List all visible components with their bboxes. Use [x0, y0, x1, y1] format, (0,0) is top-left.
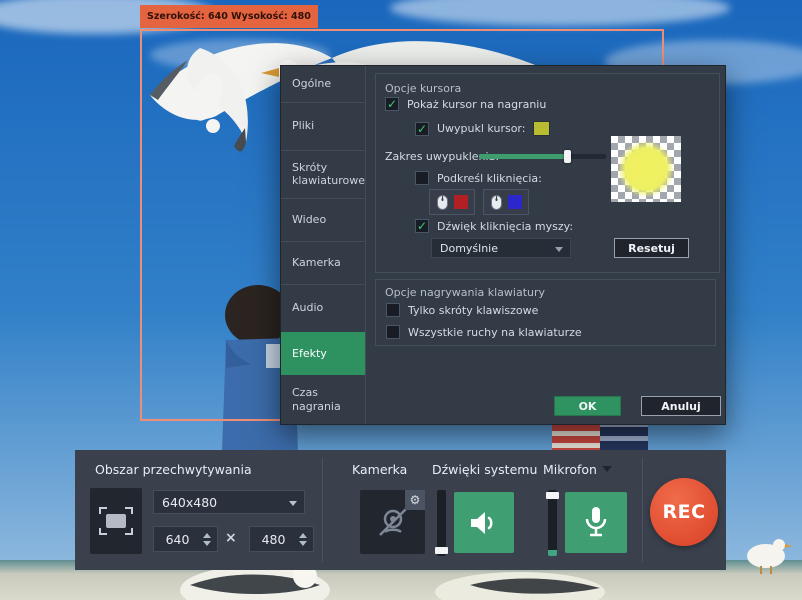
chevron-down-icon [602, 466, 612, 472]
underline-clicks-row: Podkreśl kliknięcia: [415, 171, 542, 185]
toolbar-divider [322, 458, 323, 562]
webcam-toggle-button[interactable]: ⚙ [360, 490, 425, 554]
stepper-arrows[interactable] [297, 533, 313, 546]
rec-button[interactable]: REC [650, 478, 718, 546]
slider-fill [479, 154, 567, 159]
all-keystrokes-row: Wszystkie ruchy na klawiaturze [386, 325, 582, 339]
capture-area-title: Obszar przechwytywania [95, 462, 252, 477]
microphone-label[interactable]: Mikrofon [543, 462, 612, 477]
tab-ogolne[interactable]: Ogólne [281, 66, 365, 102]
speaker-icon [469, 510, 499, 536]
chevron-down-icon [289, 501, 297, 506]
tab-kamerka[interactable]: Kamerka [281, 241, 365, 284]
capture-size-preset-select[interactable]: 640x480 [153, 490, 305, 514]
reset-button[interactable]: Resetuj [614, 238, 689, 258]
tab-efekty[interactable]: Efekty [281, 332, 365, 376]
shortcuts-only-checkbox[interactable] [386, 303, 400, 317]
cursor-options-title: Opcje kursora [385, 82, 461, 95]
system-audio-slider[interactable] [437, 490, 446, 556]
toolbar-divider [642, 458, 643, 562]
tab-audio[interactable]: Audio [281, 284, 365, 332]
height-stepper[interactable]: 480 [249, 526, 314, 552]
stepper-arrows[interactable] [201, 533, 217, 546]
arrow-down-icon[interactable] [203, 541, 211, 546]
cancel-button[interactable]: Anuluj [641, 396, 721, 416]
mouse-icon [491, 195, 502, 210]
capture-frame-icon [99, 507, 133, 535]
capture-area-icon-button[interactable] [90, 488, 142, 554]
width-stepper[interactable]: 640 [153, 526, 218, 552]
tab-divider [365, 66, 366, 424]
arrow-up-icon[interactable] [299, 533, 307, 538]
mouse-icon [437, 195, 448, 210]
slider-tick [548, 550, 557, 556]
left-click-color-button[interactable] [429, 189, 475, 215]
shortcuts-only-row: Tylko skróty klawiszowe [386, 303, 538, 317]
click-sound-select[interactable]: Domyślnie [431, 238, 571, 258]
left-click-color [454, 195, 468, 209]
ok-button[interactable]: OK [554, 396, 621, 416]
all-keystrokes-checkbox[interactable] [386, 325, 400, 339]
slider-handle[interactable] [435, 547, 448, 554]
tab-wideo[interactable]: Wideo [281, 198, 365, 241]
tab-pliki[interactable]: Pliki [281, 102, 365, 150]
capture-size-label: Szerokość: 640 Wysokość: 480 [140, 5, 318, 28]
highlight-range-slider[interactable] [479, 154, 606, 159]
cursor-highlight-preview [611, 136, 681, 202]
arrow-down-icon[interactable] [299, 541, 307, 546]
highlight-color-swatch[interactable] [533, 121, 550, 136]
tab-czas-nagrania[interactable]: Czas nagrania [281, 375, 365, 424]
arrow-up-icon[interactable] [203, 533, 211, 538]
screen-recorder-app: Szerokość: 640 Wysokość: 480 Ogólne Plik… [0, 0, 802, 600]
webcam-label: Kamerka [352, 462, 407, 477]
settings-dialog: Ogólne Pliki Skróty klawiaturowe Wideo K… [280, 65, 726, 425]
webcam-settings-button[interactable]: ⚙ [405, 490, 425, 510]
highlight-cursor-checkbox[interactable] [415, 122, 429, 136]
gear-icon: ⚙ [410, 493, 421, 507]
microphone-icon [583, 506, 609, 540]
right-click-color-button[interactable] [483, 189, 529, 215]
click-sound-row: Dźwięk kliknięcia myszy: [415, 219, 573, 233]
settings-tab-list: Ogólne Pliki Skróty klawiaturowe Wideo K… [281, 66, 365, 424]
show-cursor-row: Pokaż kursor na nagraniu [385, 97, 546, 111]
right-click-color [508, 195, 522, 209]
microphone-slider[interactable] [548, 490, 557, 556]
system-audio-label: Dźwięki systemu [432, 462, 537, 477]
times-symbol: × [225, 530, 237, 546]
keyboard-options-title: Opcje nagrywania klawiatury [385, 286, 545, 299]
webcam-off-icon [376, 505, 410, 539]
slider-handle[interactable] [564, 150, 571, 163]
system-audio-toggle-button[interactable] [454, 492, 514, 553]
highlight-cursor-row: Uwypukl kursor: [415, 121, 550, 136]
highlight-glow [618, 141, 674, 197]
microphone-toggle-button[interactable] [565, 492, 627, 553]
recording-toolbar: Obszar przechwytywania 640x480 640 × 480 [75, 450, 726, 570]
tab-skroty-klawiaturowe[interactable]: Skróty klawiaturowe [281, 150, 365, 199]
show-cursor-checkbox[interactable] [385, 97, 399, 111]
slider-handle[interactable] [546, 492, 559, 499]
chevron-down-icon [555, 247, 563, 252]
click-sound-checkbox[interactable] [415, 219, 429, 233]
underline-clicks-checkbox[interactable] [415, 171, 429, 185]
